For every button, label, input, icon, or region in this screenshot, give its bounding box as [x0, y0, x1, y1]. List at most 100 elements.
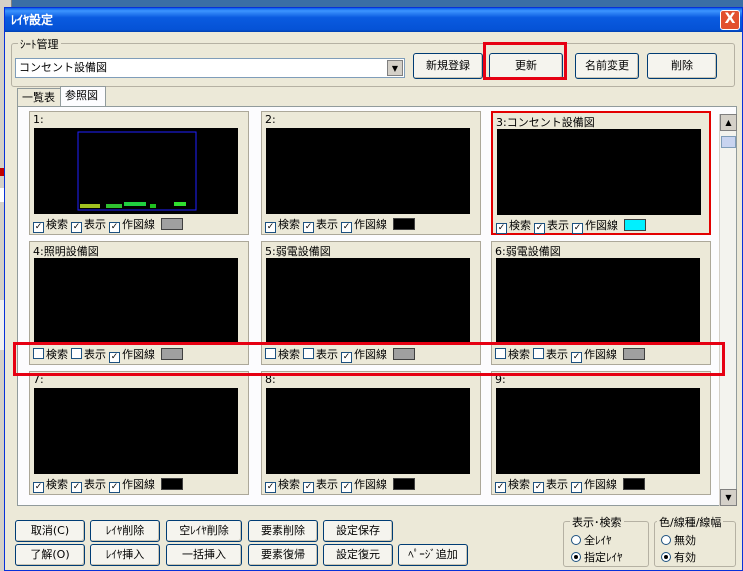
close-button[interactable]: X	[720, 10, 740, 30]
layer-insert-button[interactable]: ﾚｲﾔ挿入	[90, 544, 160, 566]
radio-disabled[interactable]: 無効	[661, 532, 696, 548]
radio-enabled[interactable]: 有効	[661, 549, 696, 565]
radio-disabled-icon[interactable]	[661, 535, 671, 545]
color-swatch[interactable]	[393, 478, 415, 490]
layer-preview[interactable]	[496, 388, 700, 474]
layer-cell[interactable]: 9: ✓ 検索 ✓ 表示 ✓ 作図線	[491, 371, 711, 495]
search-checkbox[interactable]: 検索	[265, 348, 300, 361]
draw-line-checkbox[interactable]: ✓ 作図線	[341, 218, 387, 233]
empty-layer-delete-button[interactable]: 空ﾚｲﾔ削除	[166, 520, 242, 542]
scroll-down-icon[interactable]: ▼	[720, 489, 737, 506]
chevron-down-icon[interactable]: ▼	[387, 60, 403, 76]
color-swatch[interactable]	[161, 348, 183, 360]
color-swatch[interactable]	[161, 218, 183, 230]
layer-cell[interactable]: 3:コンセント設備図 ✓ 検索 ✓ 表示 ✓ 作図線	[491, 111, 711, 235]
display-checkbox[interactable]: ✓ 表示	[71, 478, 106, 493]
search-checkbox[interactable]: ✓ 検索	[33, 218, 68, 233]
display-check-icon[interactable]	[303, 348, 314, 359]
rename-button[interactable]: 名前変更	[575, 53, 639, 79]
display-checkbox[interactable]: ✓ 表示	[533, 478, 568, 493]
layer-cell[interactable]: 4:照明設備図 検索 表示 ✓ 作図線	[29, 241, 249, 365]
display-check-icon[interactable]: ✓	[71, 222, 82, 233]
draw-line-checkbox[interactable]: ✓ 作図線	[571, 348, 617, 363]
layer-preview[interactable]	[34, 388, 238, 474]
color-swatch[interactable]	[393, 218, 415, 230]
draw-line-checkbox[interactable]: ✓ 作図線	[109, 218, 155, 233]
draw-line-checkbox[interactable]: ✓ 作図線	[572, 219, 618, 234]
color-swatch[interactable]	[623, 348, 645, 360]
draw-line-checkbox[interactable]: ✓ 作図線	[341, 478, 387, 493]
radio-enabled-icon[interactable]	[661, 552, 671, 562]
layer-preview[interactable]	[34, 128, 238, 214]
draw-line-checkbox[interactable]: ✓ 作図線	[109, 348, 155, 363]
page-add-button[interactable]: ﾍﾟｰｼﾞ追加	[398, 544, 468, 566]
draw-line-checkbox[interactable]: ✓ 作図線	[341, 348, 387, 363]
display-checkbox[interactable]: ✓ 表示	[303, 218, 338, 233]
draw-line-check-icon[interactable]: ✓	[341, 482, 352, 493]
layer-preview[interactable]	[497, 129, 701, 215]
display-checkbox[interactable]: 表示	[71, 348, 106, 361]
vertical-scrollbar[interactable]: ▲ ▼	[719, 114, 737, 506]
color-swatch[interactable]	[624, 219, 646, 231]
display-check-icon[interactable]	[71, 348, 82, 359]
draw-line-check-icon[interactable]: ✓	[109, 352, 120, 363]
scroll-up-icon[interactable]: ▲	[720, 114, 737, 131]
display-checkbox[interactable]: ✓ 表示	[303, 478, 338, 493]
display-checkbox[interactable]: ✓ 表示	[534, 219, 569, 234]
search-checkbox[interactable]: 検索	[33, 348, 68, 361]
display-checkbox[interactable]: 表示	[303, 348, 338, 361]
tab-list[interactable]: 一覧表	[17, 88, 61, 106]
display-check-icon[interactable]: ✓	[303, 482, 314, 493]
layer-cell[interactable]: 8: ✓ 検索 ✓ 表示 ✓ 作図線	[261, 371, 481, 495]
register-button[interactable]: 新規登録	[413, 53, 483, 79]
radio-specified-icon[interactable]	[571, 552, 581, 562]
layer-preview[interactable]	[266, 128, 470, 214]
layer-cell[interactable]: 1: ✓ 検索 ✓ 表示 ✓ 作図線	[29, 111, 249, 235]
display-check-icon[interactable]: ✓	[303, 222, 314, 233]
search-checkbox[interactable]: 検索	[495, 348, 530, 361]
layer-preview[interactable]	[266, 388, 470, 474]
save-settings-button[interactable]: 設定保存	[323, 520, 393, 542]
display-check-icon[interactable]: ✓	[71, 482, 82, 493]
search-checkbox[interactable]: ✓ 検索	[265, 218, 300, 233]
color-swatch[interactable]	[161, 478, 183, 490]
draw-line-check-icon[interactable]: ✓	[571, 352, 582, 363]
search-check-icon[interactable]	[265, 348, 276, 359]
search-checkbox[interactable]: ✓ 検索	[495, 478, 530, 493]
radio-all-layers[interactable]: 全ﾚｲﾔ	[571, 532, 612, 548]
search-check-icon[interactable]: ✓	[496, 223, 507, 234]
search-check-icon[interactable]: ✓	[33, 222, 44, 233]
search-check-icon[interactable]: ✓	[265, 222, 276, 233]
layer-cell[interactable]: 2: ✓ 検索 ✓ 表示 ✓ 作図線	[261, 111, 481, 235]
draw-line-check-icon[interactable]: ✓	[109, 482, 120, 493]
scroll-thumb[interactable]	[721, 136, 736, 148]
color-swatch[interactable]	[623, 478, 645, 490]
search-check-icon[interactable]: ✓	[33, 482, 44, 493]
layer-cell[interactable]: 7: ✓ 検索 ✓ 表示 ✓ 作図線	[29, 371, 249, 495]
display-checkbox[interactable]: ✓ 表示	[71, 218, 106, 233]
update-button[interactable]: 更新	[489, 53, 563, 79]
element-delete-button[interactable]: 要素削除	[248, 520, 318, 542]
search-checkbox[interactable]: ✓ 検索	[33, 478, 68, 493]
delete-button[interactable]: 削除	[647, 53, 717, 79]
draw-line-check-icon[interactable]: ✓	[109, 222, 120, 233]
ok-button[interactable]: 了解(O)	[15, 544, 85, 566]
display-check-icon[interactable]: ✓	[534, 223, 545, 234]
draw-line-checkbox[interactable]: ✓ 作図線	[109, 478, 155, 493]
search-check-icon[interactable]: ✓	[265, 482, 276, 493]
draw-line-check-icon[interactable]: ✓	[571, 482, 582, 493]
bulk-insert-button[interactable]: 一括挿入	[166, 544, 242, 566]
layer-preview[interactable]	[496, 258, 700, 344]
cancel-button[interactable]: 取消(C)	[15, 520, 85, 542]
display-check-icon[interactable]: ✓	[533, 482, 544, 493]
display-check-icon[interactable]	[533, 348, 544, 359]
element-restore-button[interactable]: 要素復帰	[248, 544, 318, 566]
search-check-icon[interactable]	[33, 348, 44, 359]
draw-line-check-icon[interactable]: ✓	[341, 222, 352, 233]
search-checkbox[interactable]: ✓ 検索	[496, 219, 531, 234]
tab-reference[interactable]: 参照図	[60, 86, 106, 107]
draw-line-checkbox[interactable]: ✓ 作図線	[571, 478, 617, 493]
draw-line-check-icon[interactable]: ✓	[341, 352, 352, 363]
layer-preview[interactable]	[34, 258, 238, 344]
radio-all-icon[interactable]	[571, 535, 581, 545]
